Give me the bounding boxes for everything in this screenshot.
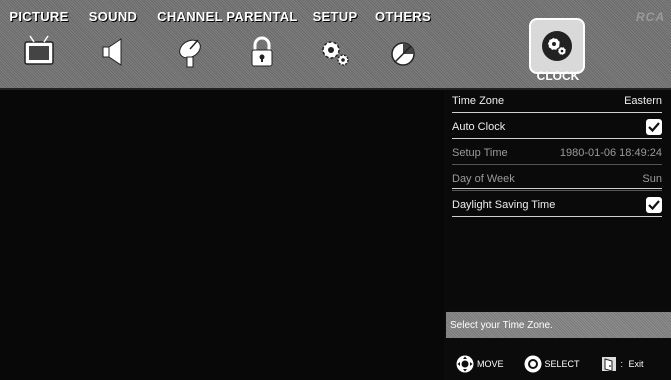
clock-gears-icon [542,31,572,61]
tab-sound[interactable]: SOUND [82,0,144,86]
time-zone-value: Eastern [624,95,662,107]
auto-clock-checkbox[interactable] [646,119,662,135]
setup-time-label: Setup Time [452,147,508,159]
help-hint-bar: Select your Time Zone. [446,312,671,338]
help-hint-text: Select your Time Zone. [450,319,553,331]
tab-others[interactable]: OTHERS [372,0,434,86]
move-legend-label: MOVE [477,359,504,369]
pie-chart-icon [391,42,415,66]
checkmark-icon [648,200,660,211]
tab-parental-label: PARENTAL [226,9,298,24]
exit-door-icon [601,357,616,372]
setup-time-value: 1980-01-06 18:49:24 [559,147,662,159]
select-legend-label: SELECT [544,359,580,369]
video-preview-area [0,90,444,380]
footer-legend: MOVE SELECT : Exit [446,352,671,376]
clock-submenu-tile[interactable] [529,18,585,74]
tab-sound-label: SOUND [88,9,138,24]
setup-time-row: Setup Time 1980-01-06 18:49:24 [452,142,662,165]
tab-setup-label: SETUP [312,9,358,24]
exit-legend-text: Exit [628,359,644,369]
tab-channel-label: CHANNEL [157,9,223,24]
daylight-saving-checkbox[interactable] [646,197,662,213]
tab-picture[interactable]: PICTURE [8,0,70,86]
tab-channel[interactable]: CHANNEL [155,0,225,86]
speaker-icon [102,38,122,66]
tab-others-label: OTHERS [375,9,431,24]
satellite-dish-icon [179,39,201,68]
select-legend: SELECT [524,355,580,373]
dpad-icon [456,355,474,373]
lock-icon [251,36,273,67]
auto-clock-label: Auto Clock [452,121,506,133]
move-legend: MOVE [456,355,504,373]
exit-legend-label: : Exit [620,359,644,369]
ok-button-icon [524,355,542,373]
tv-icon [24,35,54,65]
gears-icon [322,41,349,66]
daylight-saving-label: Daylight Saving Time [452,199,556,211]
daylight-saving-row[interactable]: Daylight Saving Time [452,194,662,217]
time-zone-label: Time Zone [452,95,505,107]
tab-picture-label: PICTURE [9,9,69,24]
checkmark-icon [648,122,660,133]
tab-parental[interactable]: PARENTAL [226,0,298,86]
brand-logo: RCA [636,10,665,24]
selected-submenu-label: CLOCK [536,69,580,83]
top-menu-bar: PICTURE SOUND CHANNEL PARENTAL SETUP OTH… [0,0,671,90]
auto-clock-row[interactable]: Auto Clock [452,116,662,139]
tab-setup[interactable]: SETUP [304,0,366,86]
time-zone-row[interactable]: Time Zone Eastern [452,90,662,113]
exit-legend: : Exit [600,355,644,373]
